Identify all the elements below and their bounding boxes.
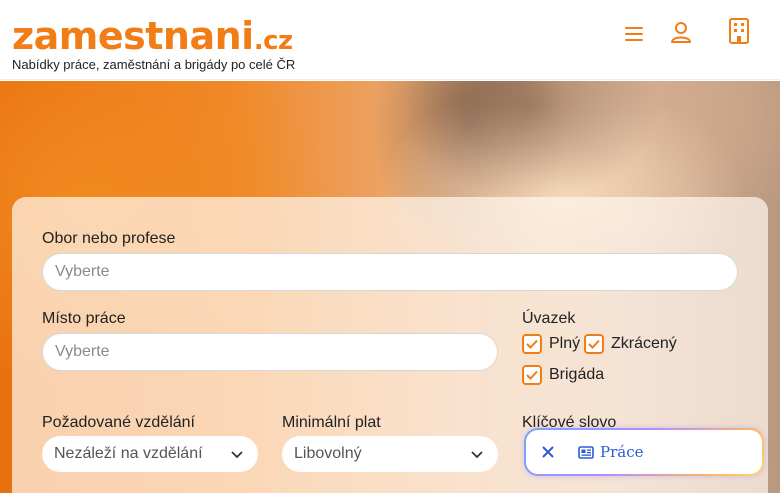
checkbox-box [584,334,604,354]
chevron-down-icon [471,451,483,459]
hamburger-menu-icon [625,27,643,41]
checkmark-icon [588,339,600,349]
building-icon [729,18,749,44]
salary-value: Libovolný [294,445,362,462]
user-icon [671,22,691,43]
checkbox-label: Zkrácený [611,335,677,352]
logo-main: zamestnani [12,14,254,58]
account-button[interactable] [666,17,696,47]
education-select[interactable]: Nezáleží na vzdělání [42,436,258,472]
checkbox-box [522,334,542,354]
education-label: Požadované vzdělání [42,414,195,431]
workload-checkbox-part[interactable]: Zkrácený [584,334,677,354]
site-logo[interactable]: zamestnani.cz [12,14,293,63]
checkbox-box [522,365,542,385]
education-value: Nezáleží na vzdělání [54,445,203,462]
clear-keyword-button[interactable] [526,446,570,458]
hero-photo-figure [400,81,660,201]
chevron-down-icon [231,451,243,459]
site-tagline: Nabídky práce, zaměstnání a brigády po c… [12,57,296,72]
keyword-chip[interactable]: Práce [524,428,764,476]
newspaper-icon [578,445,594,459]
field-input[interactable] [42,253,738,291]
logo-tld: .cz [253,26,293,56]
keyword-chip-label: Práce [600,443,644,461]
location-label: Místo práce [42,310,126,327]
site-header: zamestnani.cz Nabídky práce, zaměstnání … [0,0,780,80]
salary-select[interactable]: Libovolný [282,436,498,472]
menu-button[interactable] [619,18,649,48]
location-input[interactable] [42,333,498,371]
salary-label: Minimální plat [282,414,381,431]
checkbox-label: Brigáda [549,366,605,383]
close-icon [542,446,554,458]
workload-label: Úvazek [522,310,576,327]
workload-checkbox-brigade[interactable]: Brigáda [522,365,604,385]
checkbox-label: Plný [549,335,581,352]
workload-checkbox-full[interactable]: Plný [522,334,580,354]
checkmark-icon [526,370,538,380]
checkmark-icon [526,339,538,349]
company-button[interactable] [724,16,754,46]
field-label: Obor nebo profese [42,230,176,247]
